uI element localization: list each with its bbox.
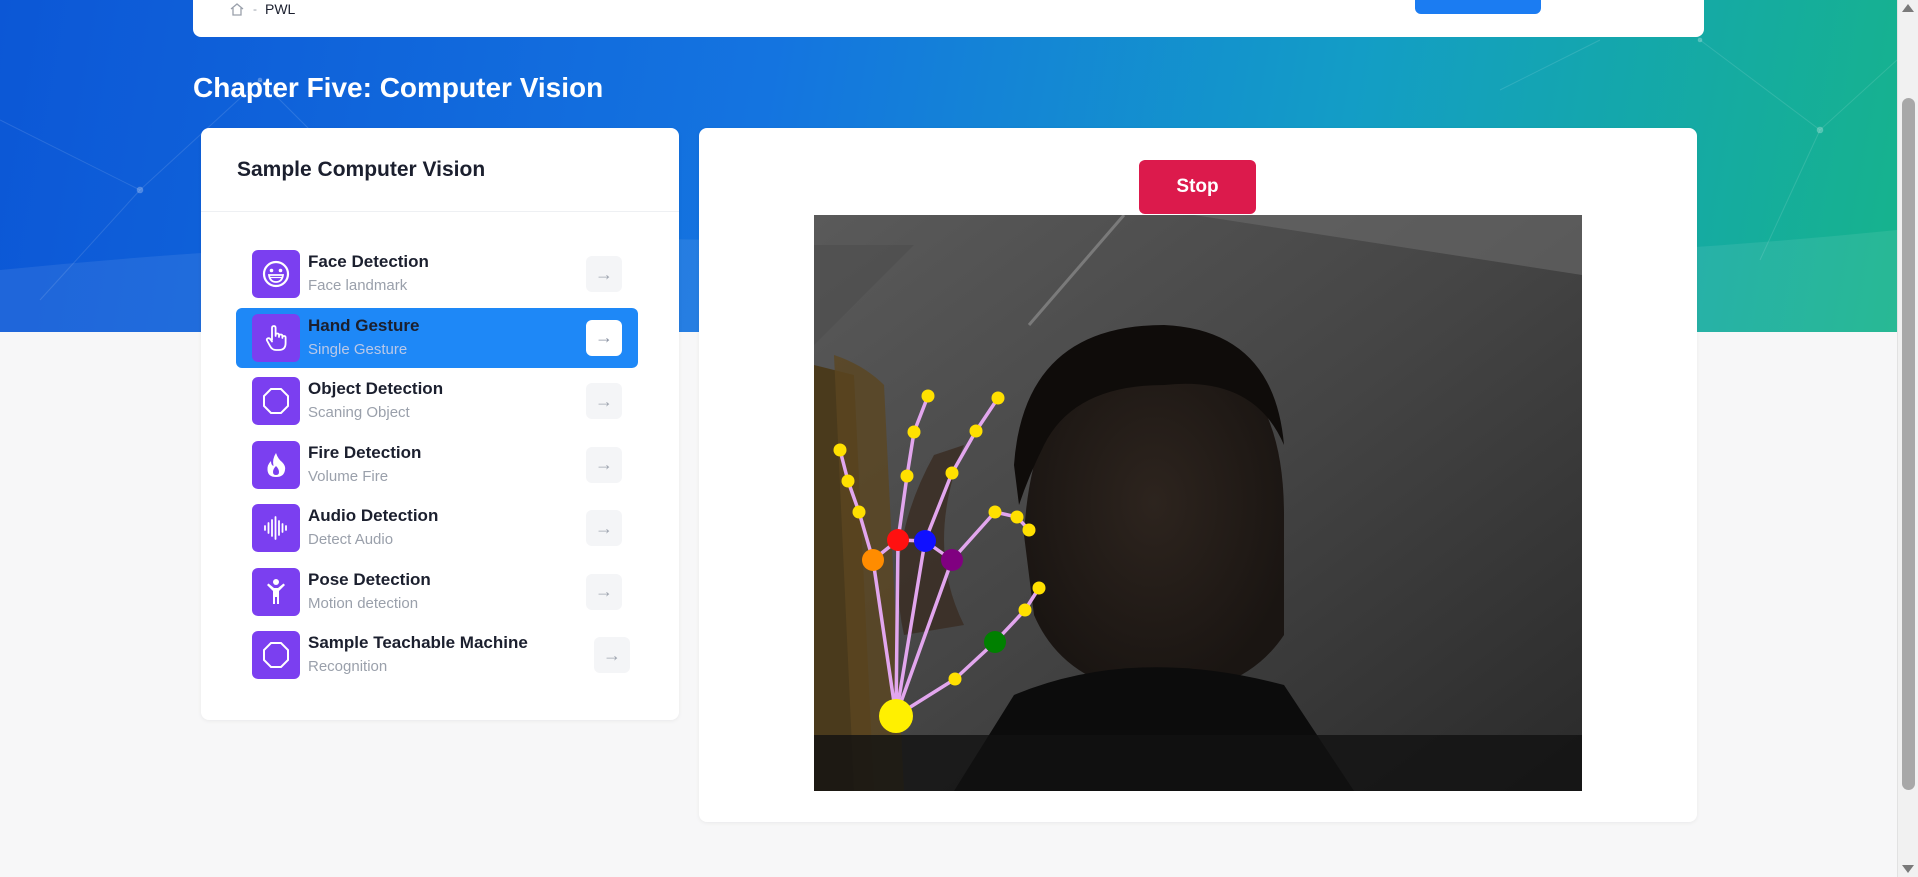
scrollbar-thumb[interactable] xyxy=(1902,98,1915,790)
sidebar-item-title: Face Detection xyxy=(308,252,429,271)
camera-card: Stop xyxy=(699,128,1697,822)
arrow-right-icon[interactable]: → xyxy=(586,256,622,292)
arrow-right-icon[interactable]: → xyxy=(586,383,622,419)
sidebar-item-fire-detection[interactable]: Fire Detection Volume Fire → xyxy=(236,435,638,495)
sidebar-item-audio-detection[interactable]: Audio Detection Detect Audio → xyxy=(236,498,638,558)
sidebar-item-subtitle: Scaning Object xyxy=(308,404,410,421)
sidebar-item-subtitle: Face landmark xyxy=(308,277,408,294)
octagon-icon xyxy=(252,377,300,425)
breadcrumb-separator: - xyxy=(253,2,257,16)
sidebar-card: Sample Computer Vision Face Detection Fa… xyxy=(201,128,679,720)
topbar-action-button[interactable] xyxy=(1415,0,1541,14)
sidebar-item-hand-gesture[interactable]: Hand Gesture Single Gesture → xyxy=(236,307,638,368)
hand-landmark-overlay xyxy=(833,389,1046,733)
arrow-right-icon[interactable]: → xyxy=(594,637,630,673)
page-scrollbar[interactable] xyxy=(1897,0,1918,877)
sidebar-item-title: Pose Detection xyxy=(308,569,431,589)
sidebar-item-subtitle: Detect Audio xyxy=(308,531,394,548)
stop-button[interactable]: Stop xyxy=(1139,160,1256,214)
scroll-down-icon[interactable] xyxy=(1902,865,1914,873)
sidebar-heading: Sample Computer Vision xyxy=(237,157,486,181)
sidebar-item-title: Fire Detection xyxy=(308,442,422,462)
soundwave-icon xyxy=(252,504,300,552)
sidebar-menu: Face Detection Face landmark → Hand Gest… xyxy=(236,244,638,689)
webcam-feed xyxy=(814,215,1582,791)
person-pose-icon xyxy=(252,567,300,616)
sidebar-item-title: Hand Gesture xyxy=(308,315,420,335)
sidebar-item-title: Object Detection xyxy=(308,379,444,398)
arrow-right-icon[interactable]: → xyxy=(586,446,622,483)
sidebar-item-face-detection[interactable]: Face Detection Face landmark → xyxy=(236,244,638,304)
octagon-icon xyxy=(252,631,300,679)
breadcrumb: - PWL xyxy=(229,0,295,18)
flame-icon xyxy=(252,440,300,489)
breadcrumb-current[interactable]: PWL xyxy=(265,1,295,17)
sidebar-card-header: Sample Computer Vision xyxy=(201,128,679,212)
sidebar-item-pose-detection[interactable]: Pose Detection Motion detection → xyxy=(236,562,638,622)
arrow-right-icon[interactable]: → xyxy=(586,510,622,546)
sidebar-item-teachable-machine[interactable]: Sample Teachable Machine Recognition → xyxy=(236,625,638,685)
home-icon[interactable] xyxy=(229,2,245,16)
scroll-up-icon[interactable] xyxy=(1902,4,1914,12)
arrow-right-icon[interactable]: → xyxy=(586,319,622,356)
arrow-right-icon[interactable]: → xyxy=(586,573,622,610)
top-navbar: - PWL xyxy=(193,0,1704,37)
sidebar-item-subtitle: Recognition xyxy=(308,658,388,675)
page-title: Chapter Five: Computer Vision xyxy=(193,72,604,103)
sidebar-item-subtitle: Volume Fire xyxy=(308,467,389,485)
sidebar-item-title: Audio Detection xyxy=(308,506,439,525)
sidebar-item-subtitle: Motion detection xyxy=(308,594,419,612)
sidebar-item-title: Sample Teachable Machine xyxy=(308,633,528,652)
sidebar-item-subtitle: Single Gesture xyxy=(308,340,408,358)
sidebar-item-object-detection[interactable]: Object Detection Scaning Object → xyxy=(236,371,638,431)
smile-face-icon xyxy=(252,250,300,298)
pointing-hand-icon xyxy=(252,313,300,362)
